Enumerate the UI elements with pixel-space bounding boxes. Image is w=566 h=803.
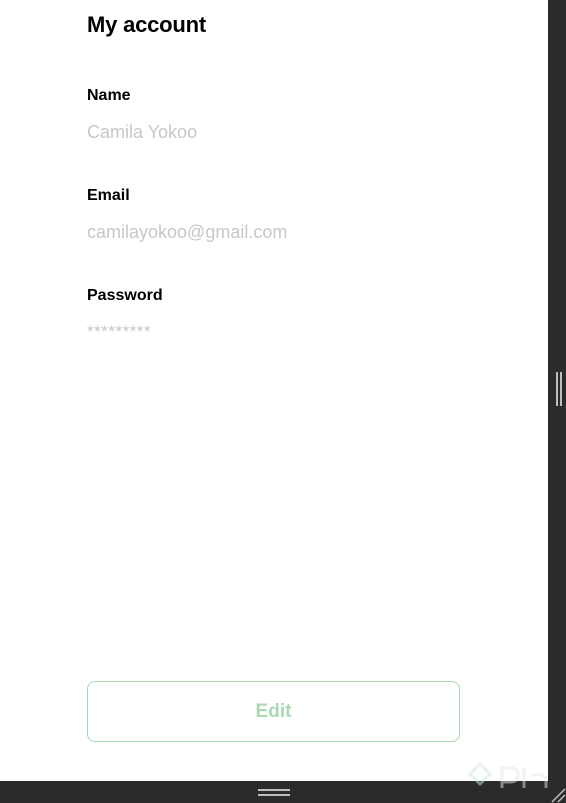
resize-handle-vertical-icon[interactable] [556, 372, 562, 406]
password-label: Password [87, 287, 163, 304]
resize-handle-horizontal-icon[interactable] [258, 789, 290, 796]
name-value: Camila Yokoo [87, 122, 198, 142]
edit-button[interactable]: Edit [87, 681, 460, 742]
name-label: Name [87, 87, 131, 104]
account-screen: My account Name Camila Yokoo Email camil… [0, 0, 548, 781]
email-label: Email [87, 187, 130, 204]
password-value: ********* [87, 322, 152, 341]
platzi-logo-icon [467, 761, 548, 788]
email-value: camilayokoo@gmail.com [87, 222, 288, 242]
page-title: My account [87, 12, 207, 37]
device-frame: My account Name Camila Yokoo Email camil… [0, 0, 566, 803]
resize-corner-icon[interactable] [548, 785, 566, 803]
